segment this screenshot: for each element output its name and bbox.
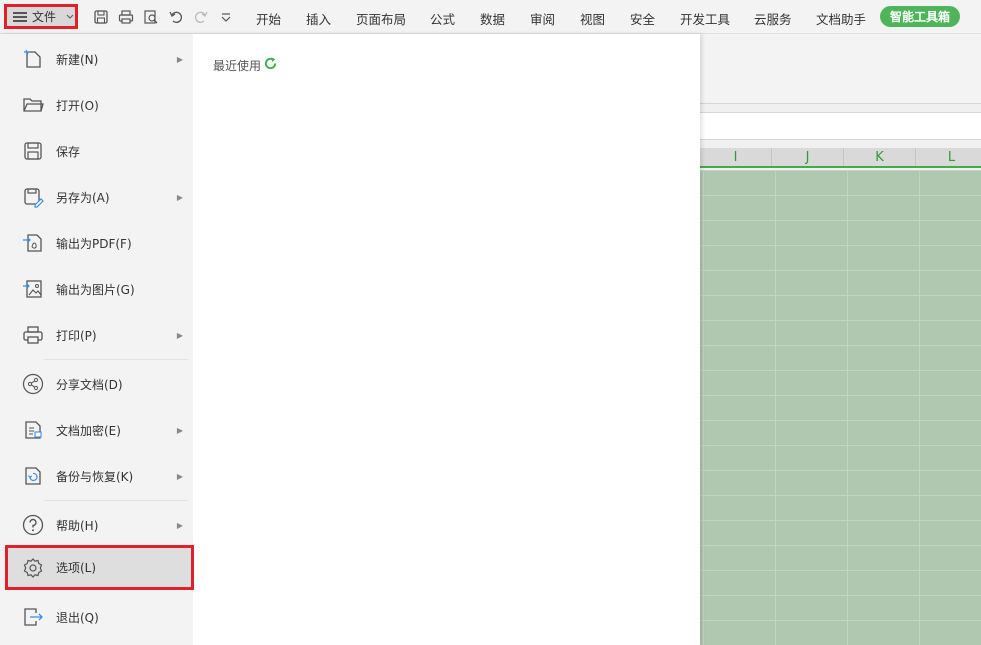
backup-restore-icon [22, 465, 44, 487]
menu-separator [44, 359, 188, 360]
menu-item-label: 输出为图片(G) [56, 282, 135, 297]
tab-view[interactable]: 视图 [580, 9, 605, 28]
file-menu-label: 文件 [32, 10, 57, 24]
menu-item-label: 文档加密(E) [56, 423, 121, 438]
column-header[interactable]: J [772, 148, 844, 166]
submenu-arrow-icon: ▶ [176, 471, 183, 481]
tab-page-layout[interactable]: 页面布局 [356, 9, 406, 28]
column-header[interactable]: I [700, 148, 772, 166]
submenu-arrow-icon: ▶ [176, 520, 183, 530]
tab-data[interactable]: 数据 [480, 9, 505, 28]
export-pdf-icon [22, 232, 44, 254]
menu-item-new[interactable]: 新建(N) ▶ [0, 36, 193, 82]
tab-insert[interactable]: 插入 [306, 9, 331, 28]
menu-item-label: 备份与恢复(K) [56, 469, 134, 484]
menu-item-print[interactable]: 打印(P) ▶ [0, 312, 193, 358]
menu-item-label: 分享文档(D) [56, 377, 123, 392]
menu-item-export-image[interactable]: 输出为图片(G) [0, 266, 193, 312]
tab-security[interactable]: 安全 [630, 9, 655, 28]
tab-home[interactable]: 开始 [256, 9, 281, 28]
chevron-down-icon[interactable] [65, 10, 77, 24]
title-menu-bar: 文件 开始 插入 页面布局 公式 数据 审阅 视图 安全 开发工具 云服务 文档… [0, 0, 981, 34]
menu-item-label: 退出(Q) [56, 610, 99, 625]
menu-item-label: 保存 [56, 144, 81, 159]
menu-item-encrypt[interactable]: 文档加密(E) ▶ [0, 407, 193, 453]
export-image-icon [22, 278, 44, 300]
customize-quick-access-icon[interactable] [217, 8, 235, 26]
tab-cloud-service[interactable]: 云服务 [754, 9, 792, 28]
submenu-arrow-icon: ▶ [176, 330, 183, 340]
print-icon[interactable] [117, 8, 135, 26]
print-preview-icon[interactable] [142, 8, 160, 26]
menu-item-open[interactable]: 打开(O) [0, 82, 193, 128]
exit-icon [22, 606, 44, 628]
hamburger-icon [13, 11, 27, 22]
save-icon [22, 140, 44, 162]
menu-item-label: 另存为(A) [56, 190, 110, 205]
folder-open-icon [22, 94, 44, 116]
help-icon [22, 514, 44, 536]
recent-files-label: 最近使用 [213, 58, 262, 73]
save-as-icon [22, 186, 44, 208]
menu-item-backup-restore[interactable]: 备份与恢复(K) ▶ [0, 453, 193, 499]
undo-icon[interactable] [167, 8, 185, 26]
redo-icon[interactable] [192, 8, 210, 26]
tab-review[interactable]: 审阅 [530, 9, 555, 28]
menu-item-share[interactable]: 分享文档(D) [0, 361, 193, 407]
menu-item-label: 帮助(H) [56, 518, 99, 533]
menu-item-label: 新建(N) [56, 52, 99, 67]
new-file-icon [22, 48, 44, 70]
submenu-arrow-icon: ▶ [176, 425, 183, 435]
tab-developer[interactable]: 开发工具 [680, 9, 730, 28]
printer-icon [22, 324, 44, 346]
menu-item-export-pdf[interactable]: 输出为PDF(F) [0, 220, 193, 266]
document-encrypt-icon [22, 419, 44, 441]
cell-grid[interactable] [700, 170, 981, 645]
menu-item-label: 选项(L) [56, 561, 97, 575]
menu-item-help[interactable]: 帮助(H) ▶ [0, 502, 193, 548]
file-menu-panel: 新建(N) ▶ 打开(O) 保存 另存为(A) ▶ 输出为PDF(F) 输出为图… [0, 34, 700, 645]
gear-icon [22, 557, 44, 579]
menu-item-options[interactable]: 选项(L) [5, 545, 194, 590]
tab-formulas[interactable]: 公式 [430, 9, 455, 28]
tab-doc-assistant[interactable]: 文档助手 [816, 9, 866, 28]
smart-toolbox-button[interactable]: 智能工具箱 [880, 6, 960, 27]
refresh-icon[interactable] [261, 56, 278, 74]
menu-item-label: 打印(P) [56, 328, 97, 343]
share-icon [22, 373, 44, 395]
menu-item-exit[interactable]: 退出(Q) [0, 594, 193, 640]
column-headers: I J K L [700, 148, 981, 168]
file-menu-list: 新建(N) ▶ 打开(O) 保存 另存为(A) ▶ 输出为PDF(F) 输出为图… [0, 34, 194, 645]
submenu-arrow-icon: ▶ [176, 54, 183, 64]
column-header[interactable]: K [844, 148, 916, 166]
menu-item-save-as[interactable]: 另存为(A) ▶ [0, 174, 193, 220]
menu-item-label: 输出为PDF(F) [56, 236, 132, 251]
menu-item-save[interactable]: 保存 [0, 128, 193, 174]
submenu-arrow-icon: ▶ [176, 192, 183, 202]
save-icon[interactable] [92, 8, 110, 26]
menu-separator [44, 500, 188, 501]
column-header[interactable]: L [916, 148, 981, 166]
menu-item-label: 打开(O) [56, 98, 99, 113]
file-menu-button[interactable]: 文件 [4, 4, 78, 29]
recent-files-header: 最近使用 [213, 56, 278, 74]
